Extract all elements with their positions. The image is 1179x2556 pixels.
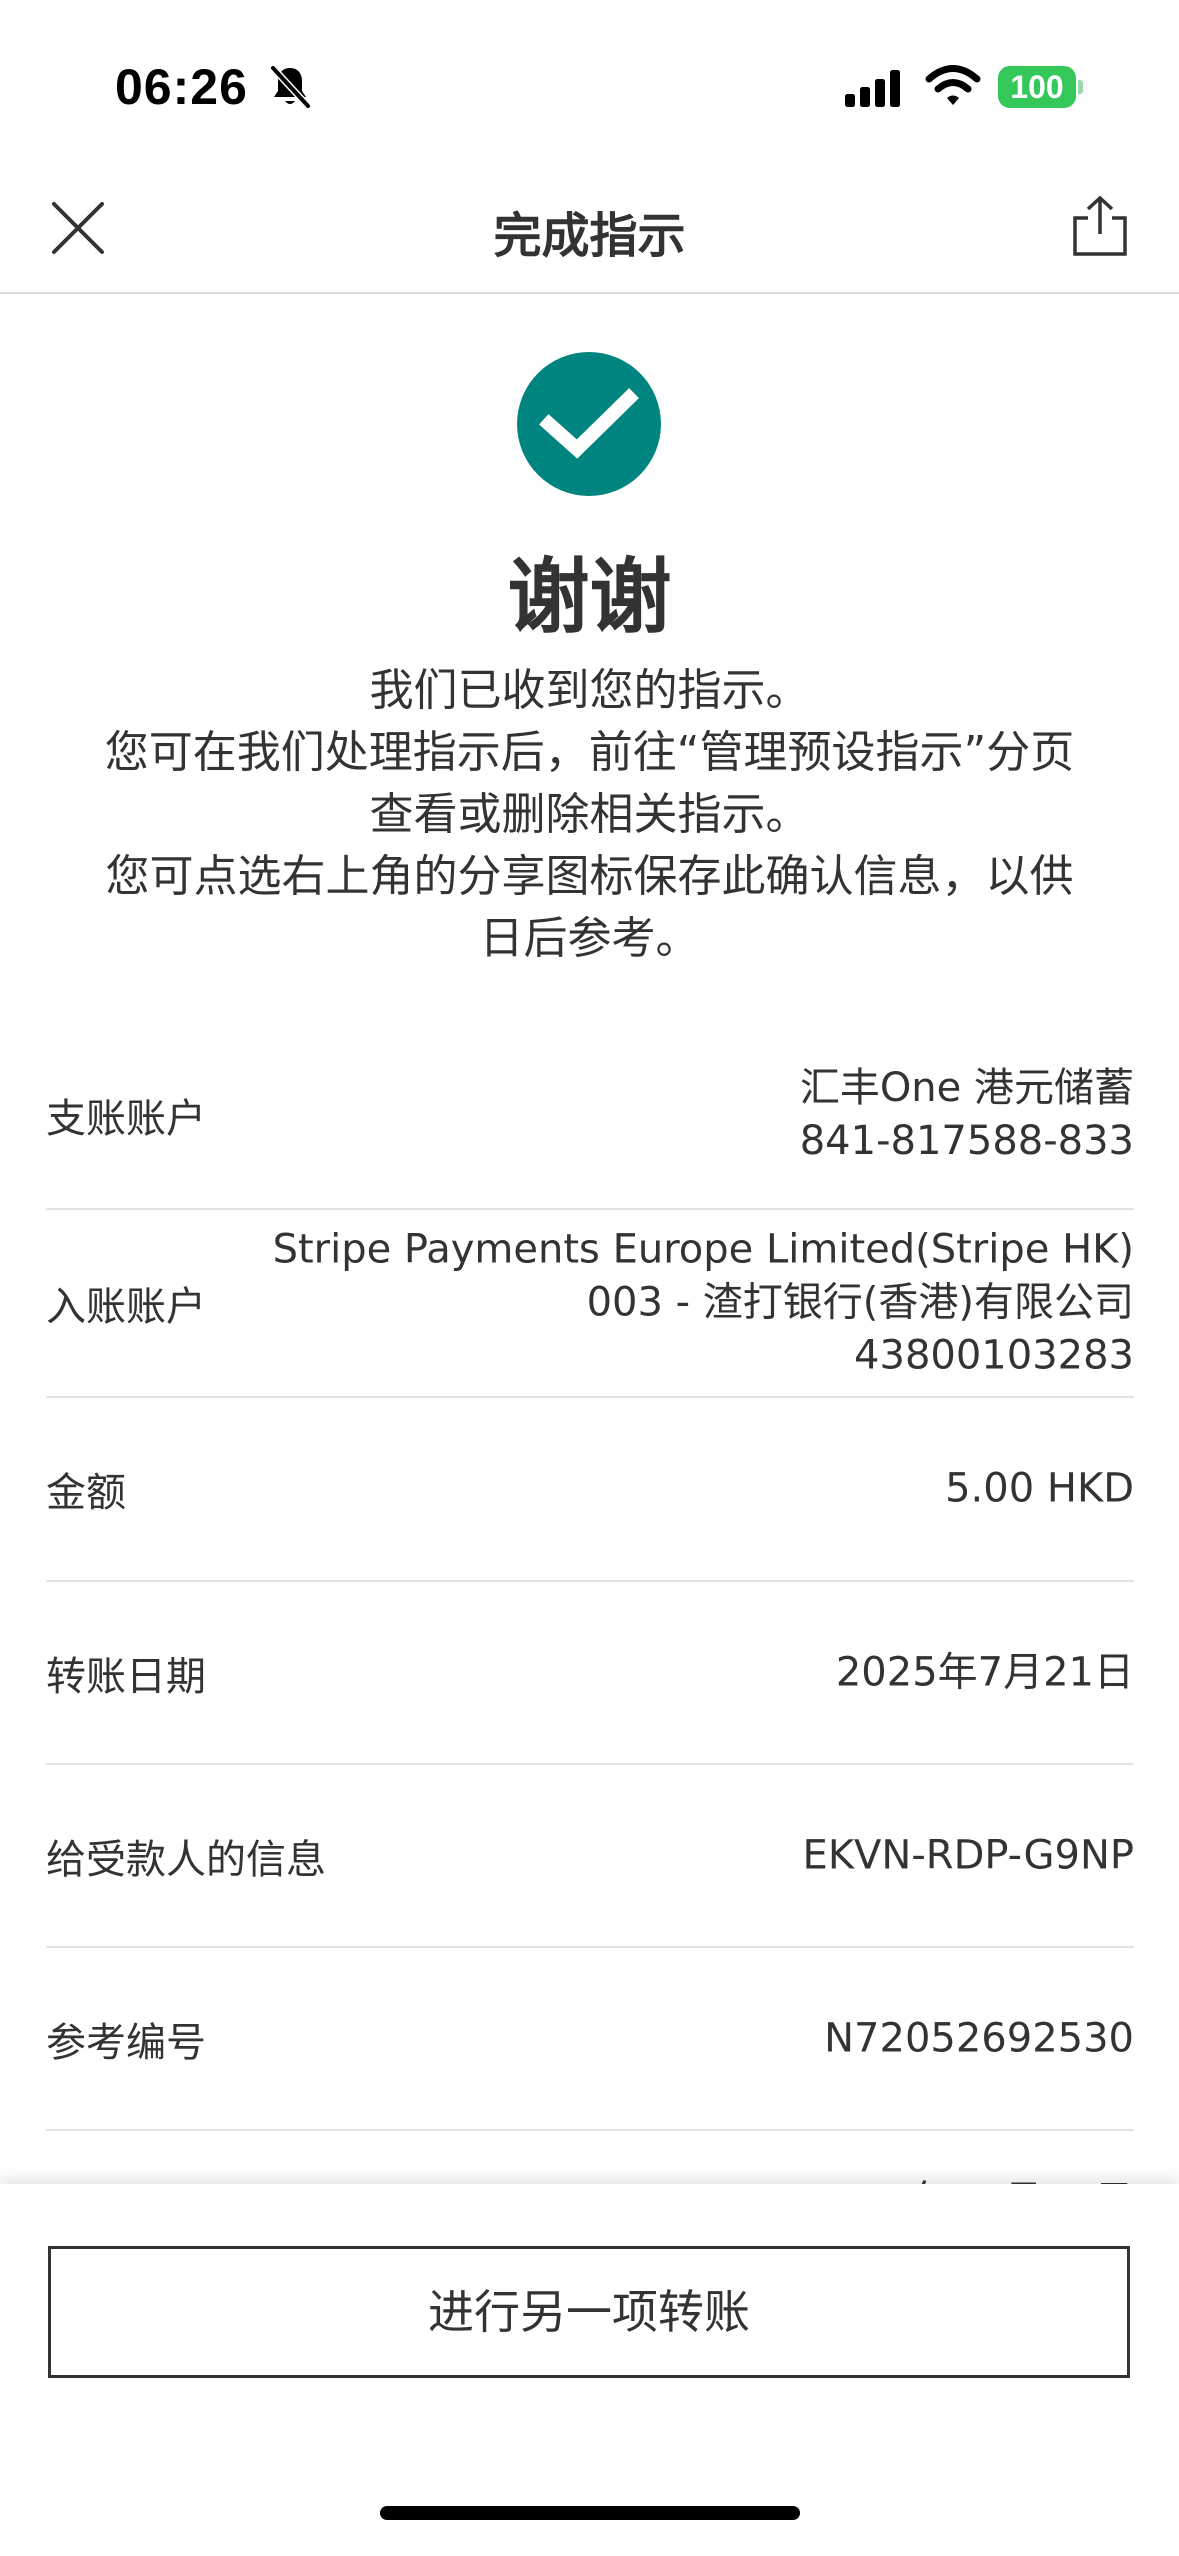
detail-row-payee-message: 给受款人的信息 EKVN-RDP-G9NP (46, 1765, 1134, 1948)
bell-slash-icon (270, 65, 311, 109)
payee-message-value: EKVN-RDP-G9NP (802, 1832, 1134, 1878)
success-check-badge (517, 352, 661, 496)
debit-account-name: 汇丰One 港元储蓄 (799, 1065, 1134, 1111)
detail-label: 转账日期 (46, 1653, 206, 1700)
success-title: 谢谢 (507, 550, 672, 645)
share-icon[interactable] (1070, 194, 1130, 258)
reference-value: N72052692530 (824, 2015, 1134, 2061)
wifi-icon (925, 65, 981, 105)
message-line: 您可点选右上角的分享图标保存此确认信息，以供 (105, 851, 1074, 902)
detail-label: 金额 (46, 1470, 126, 1516)
another-transfer-button[interactable]: 进行另一项转账 (48, 2246, 1130, 2378)
message-line: 我们已收到您的指示。 (369, 665, 810, 716)
home-indicator (380, 2506, 800, 2520)
page-title: 完成指示 (493, 208, 686, 264)
check-icon (539, 388, 639, 459)
credit-account-name: Stripe Payments Europe Limited(Stripe HK… (272, 1226, 1134, 1273)
signal-icon (845, 70, 900, 107)
detail-value: 汇丰One 港元储蓄 841-817588-833 (800, 1062, 1134, 1168)
message-line: 您可在我们处理指示后，前往“管理预设指示”分页 (104, 727, 1075, 778)
credit-account-number: 43800103283 (854, 1332, 1134, 1379)
battery-indicator: 100 (998, 66, 1076, 108)
detail-row-amount: 金额 5.00 HKD (46, 1398, 1134, 1582)
debit-account-number: 841-817588-833 (799, 1118, 1134, 1164)
transfer-date-value: 2025年7月21日 (835, 1649, 1134, 1695)
detail-label: 支账账户 (46, 1096, 206, 1142)
screen: 06:26 100 完成指示 谢谢 我们已收到您的指示。 您可在我们处理指示后，… (0, 0, 1179, 2556)
amount-value: 5.00 HKD (945, 1465, 1134, 1512)
detail-row-credit-account: 入账账户 Stripe Payments Europe Limited(Stri… (46, 1210, 1134, 1398)
detail-value: Stripe Payments Europe Limited(Stripe HK… (273, 1224, 1134, 1383)
detail-row-transfer-date: 转账日期 2025年7月21日 (46, 1582, 1134, 1765)
status-bar: 06:26 100 (0, 0, 1179, 160)
status-time: 06:26 (115, 59, 248, 115)
success-message: 我们已收到您的指示。 您可在我们处理指示后，前往“管理预设指示”分页 查看或删除… (40, 660, 1139, 970)
detail-row-reference: 参考编号 N72052692530 (46, 1948, 1134, 2131)
transfer-details: 支账账户 汇丰One 港元储蓄 841-817588-833 入账账户 Stri… (46, 1022, 1134, 2251)
detail-label: 参考编号 (46, 2019, 206, 2066)
detail-label: 入账账户 (46, 1284, 206, 1330)
detail-label: 给受款人的信息 (46, 1836, 326, 1883)
battery-tip (1078, 80, 1083, 94)
message-line: 查看或删除相关指示。 (369, 789, 810, 840)
nav-header: 完成指示 (0, 160, 1179, 294)
detail-row-debit-account: 支账账户 汇丰One 港元储蓄 841-817588-833 (46, 1022, 1134, 1210)
bottom-action-bar: 进行另一项转账 (0, 2184, 1179, 2556)
message-line: 日后参考。 (479, 913, 700, 964)
credit-account-bank: 003 - 渣打银行(香港)有限公司 (586, 1279, 1134, 1326)
